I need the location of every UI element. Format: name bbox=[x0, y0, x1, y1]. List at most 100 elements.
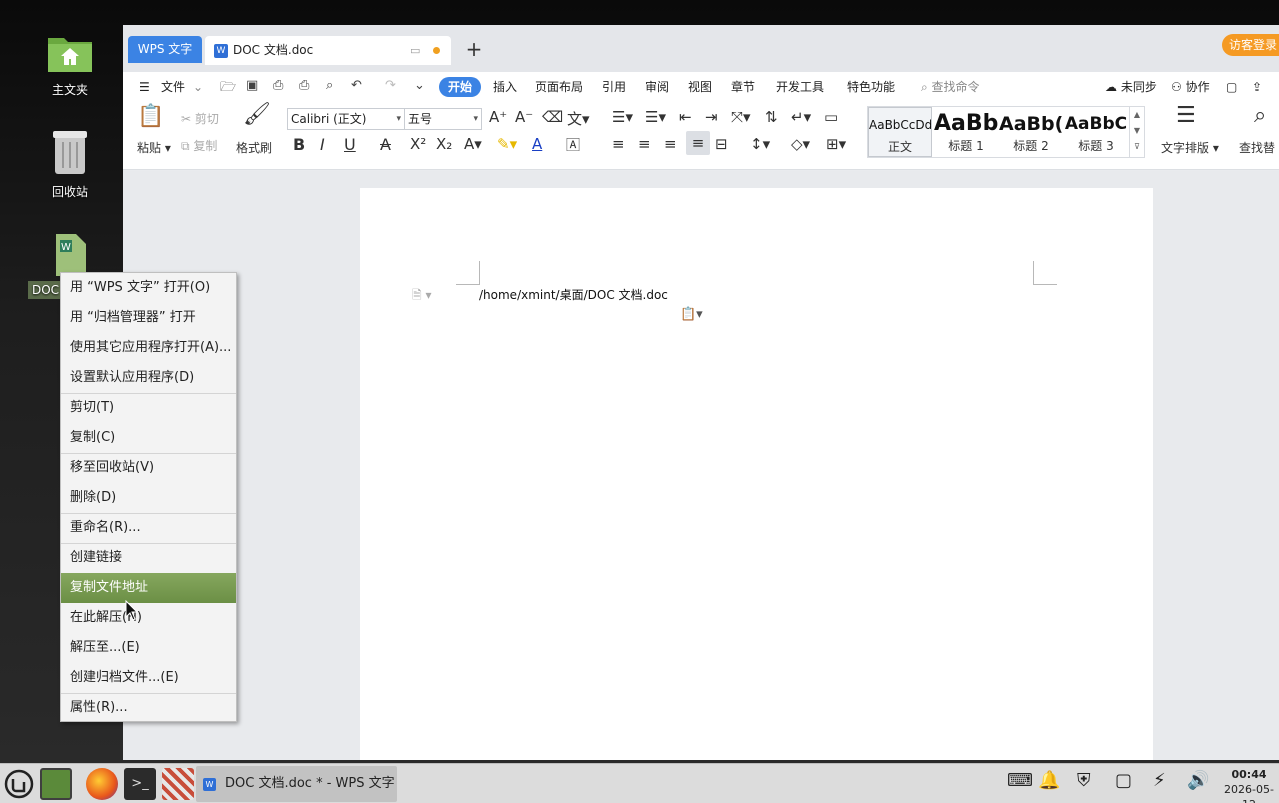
clock[interactable]: 00:44 2026-05-12 bbox=[1221, 767, 1277, 803]
bullet-list-icon[interactable]: ☰▾ bbox=[612, 108, 633, 126]
font-size-select[interactable]: 五号 ▾ bbox=[404, 108, 482, 130]
menu-delete[interactable]: 删除(D) bbox=[61, 483, 236, 513]
keyboard-icon[interactable]: ⌨ bbox=[1007, 770, 1033, 791]
share-icon[interactable]: ⇪ bbox=[1252, 77, 1262, 97]
tab-layout[interactable]: 页面布局 bbox=[535, 77, 583, 97]
hamburger-icon[interactable]: ☰ bbox=[139, 77, 150, 97]
brush-icon[interactable]: 🖌 bbox=[243, 102, 271, 127]
numbered-list-icon[interactable]: ☰▾ bbox=[645, 108, 666, 126]
paragraph-handle-icon[interactable]: 🗎 ▾ bbox=[412, 286, 432, 307]
redo-icon[interactable]: ↷ bbox=[385, 78, 396, 93]
tab-view[interactable]: 视图 bbox=[688, 77, 712, 97]
format-painter-button[interactable]: 格式刷 bbox=[236, 139, 272, 156]
paste-button[interactable]: 粘贴 ▾ bbox=[137, 139, 171, 156]
menu-cut[interactable]: 剪切(T) bbox=[61, 393, 236, 423]
terminal-icon[interactable]: >_ bbox=[124, 768, 156, 800]
style-normal[interactable]: AaBbCcDd 正文 bbox=[868, 107, 932, 157]
cut-button[interactable]: ✂ 剪切 bbox=[181, 110, 219, 127]
style-scroll[interactable]: ▲ ▼ ⊽ bbox=[1129, 107, 1144, 157]
paste-icon[interactable]: 📋 bbox=[137, 104, 164, 129]
superscript-icon[interactable]: X² bbox=[410, 135, 426, 153]
tools-icon[interactable] bbox=[162, 768, 194, 800]
mint-menu-icon[interactable] bbox=[3, 768, 35, 800]
menu-copy[interactable]: 复制(C) bbox=[61, 423, 236, 453]
taskbar-window-wps[interactable]: W DOC 文档.doc * - WPS 文字 bbox=[196, 766, 397, 802]
new-tab-button[interactable]: + bbox=[463, 36, 485, 63]
decrease-indent-icon[interactable]: ⇤ bbox=[679, 108, 692, 126]
text-effect-icon[interactable]: A▾ bbox=[464, 135, 482, 153]
style-heading-1[interactable]: AaBb 标题 1 bbox=[934, 107, 998, 157]
open-icon[interactable]: 🗁 bbox=[220, 78, 236, 100]
line-spacing-icon[interactable]: ↕▾ bbox=[750, 135, 770, 153]
print-preview-icon[interactable]: ⌕ bbox=[326, 78, 333, 93]
desktop-icon-home[interactable]: 主文夹 bbox=[28, 30, 112, 98]
document-text[interactable]: /home/xmint/桌面/DOC 文档.doc bbox=[479, 286, 668, 303]
tab-special[interactable]: 特色功能 bbox=[847, 77, 895, 97]
tab-dev-tools[interactable]: 开发工具 bbox=[776, 77, 824, 97]
text-layout-button[interactable]: 文字排版 ▾ bbox=[1161, 139, 1219, 156]
show-marks-icon[interactable]: ↵▾ bbox=[791, 108, 811, 126]
increase-indent-icon[interactable]: ⇥ bbox=[705, 108, 718, 126]
menu-extract-here[interactable]: 在此解压(H) bbox=[61, 603, 236, 633]
show-desktop-icon[interactable] bbox=[40, 768, 72, 800]
justify-icon[interactable]: ≡ bbox=[686, 131, 710, 155]
tab-insert[interactable]: 插入 bbox=[493, 77, 517, 97]
menu-create-link[interactable]: 创建链接 bbox=[61, 543, 236, 573]
tab-chapter[interactable]: 章节 bbox=[731, 77, 755, 97]
collab-button[interactable]: ⚇ 协作 bbox=[1171, 77, 1210, 97]
italic-icon[interactable]: I bbox=[320, 135, 325, 154]
bold-icon[interactable]: B bbox=[293, 135, 305, 154]
volume-icon[interactable]: 🔊 bbox=[1187, 770, 1209, 791]
battery-charging-icon[interactable]: ⚡ bbox=[1153, 770, 1166, 791]
menu-create-archive[interactable]: 创建归档文件...(E) bbox=[61, 663, 236, 693]
char-border-icon[interactable]: 🄰 bbox=[566, 135, 580, 155]
tab-review[interactable]: 审阅 bbox=[645, 77, 669, 97]
chinese-layout-icon[interactable]: ⤧▾ bbox=[731, 108, 751, 126]
menu-rename[interactable]: 重命名(R)... bbox=[61, 513, 236, 543]
menu-open-archive-manager[interactable]: 用 “归档管理器” 打开 bbox=[61, 303, 236, 333]
strikethrough-icon[interactable]: A bbox=[380, 135, 391, 154]
sort-icon[interactable]: ⇅ bbox=[765, 108, 778, 126]
highlight-icon[interactable]: ✎▾ bbox=[497, 135, 517, 153]
find-replace-icon[interactable]: ⌕ bbox=[1254, 103, 1266, 128]
firefox-icon[interactable] bbox=[86, 768, 118, 800]
print-icon[interactable]: ⎙ bbox=[299, 78, 309, 93]
find-replace-button[interactable]: 查找替 bbox=[1239, 139, 1275, 156]
paste-options-icon[interactable]: 📋▾ bbox=[680, 307, 703, 322]
text-layout-icon[interactable]: ☰ bbox=[1176, 103, 1196, 128]
sync-status[interactable]: ☁ 未同步 bbox=[1105, 77, 1157, 97]
monitor-icon[interactable]: ▭ bbox=[410, 36, 420, 65]
shield-icon[interactable]: ⛨ bbox=[1077, 770, 1091, 791]
tab-document[interactable]: W DOC 文档.doc ▭ bbox=[205, 36, 451, 65]
distribute-icon[interactable]: ⊟ bbox=[715, 135, 728, 153]
menu-file[interactable]: 文件 bbox=[161, 77, 185, 97]
grow-font-icon[interactable]: A⁺ bbox=[489, 108, 507, 126]
shrink-font-icon[interactable]: A⁻ bbox=[515, 108, 533, 126]
align-center-icon[interactable]: ≡ bbox=[638, 135, 651, 153]
copy-button[interactable]: ⧉ 复制 bbox=[181, 137, 217, 154]
menu-copy-file-path[interactable]: 复制文件地址 bbox=[61, 573, 236, 603]
style-heading-3[interactable]: AaBbC 标题 3 bbox=[1064, 107, 1128, 157]
style-heading-2[interactable]: AaBb( 标题 2 bbox=[999, 107, 1063, 157]
phonetic-icon[interactable]: 文▾ bbox=[567, 108, 590, 129]
menu-open-wps[interactable]: 用 “WPS 文字” 打开(O) bbox=[61, 273, 236, 303]
command-search[interactable]: ⌕ 查找命令 bbox=[921, 77, 980, 97]
font-name-select[interactable]: Calibri (正文) ▾ bbox=[287, 108, 405, 130]
menu-move-to-trash[interactable]: 移至回收站(V) bbox=[61, 453, 236, 483]
undo-icon[interactable]: ↶ bbox=[351, 78, 362, 93]
customize-icon[interactable]: ⌄ bbox=[414, 78, 425, 93]
tab-reference[interactable]: 引用 bbox=[602, 77, 626, 97]
desktop-icon-trash[interactable]: 回收站 bbox=[28, 128, 112, 200]
export-pdf-icon[interactable]: ⎙ bbox=[273, 78, 283, 93]
guest-login-button[interactable]: 访客登录 bbox=[1222, 34, 1279, 56]
toolbox-icon[interactable]: ▢ bbox=[1226, 77, 1237, 97]
subscript-icon[interactable]: X₂ bbox=[436, 135, 452, 153]
document-page[interactable]: 🗎 ▾ /home/xmint/桌面/DOC 文档.doc 📋▾ bbox=[360, 188, 1153, 760]
tab-wps-home[interactable]: WPS 文字 bbox=[128, 36, 202, 63]
align-right-icon[interactable]: ≡ bbox=[664, 135, 677, 153]
chevron-down-icon[interactable]: ⌄ bbox=[193, 77, 203, 97]
tab-start[interactable]: 开始 bbox=[439, 77, 482, 97]
underline-icon[interactable]: U bbox=[344, 135, 356, 154]
font-color-icon[interactable]: A bbox=[532, 135, 542, 153]
borders-icon[interactable]: ⊞▾ bbox=[826, 135, 846, 153]
